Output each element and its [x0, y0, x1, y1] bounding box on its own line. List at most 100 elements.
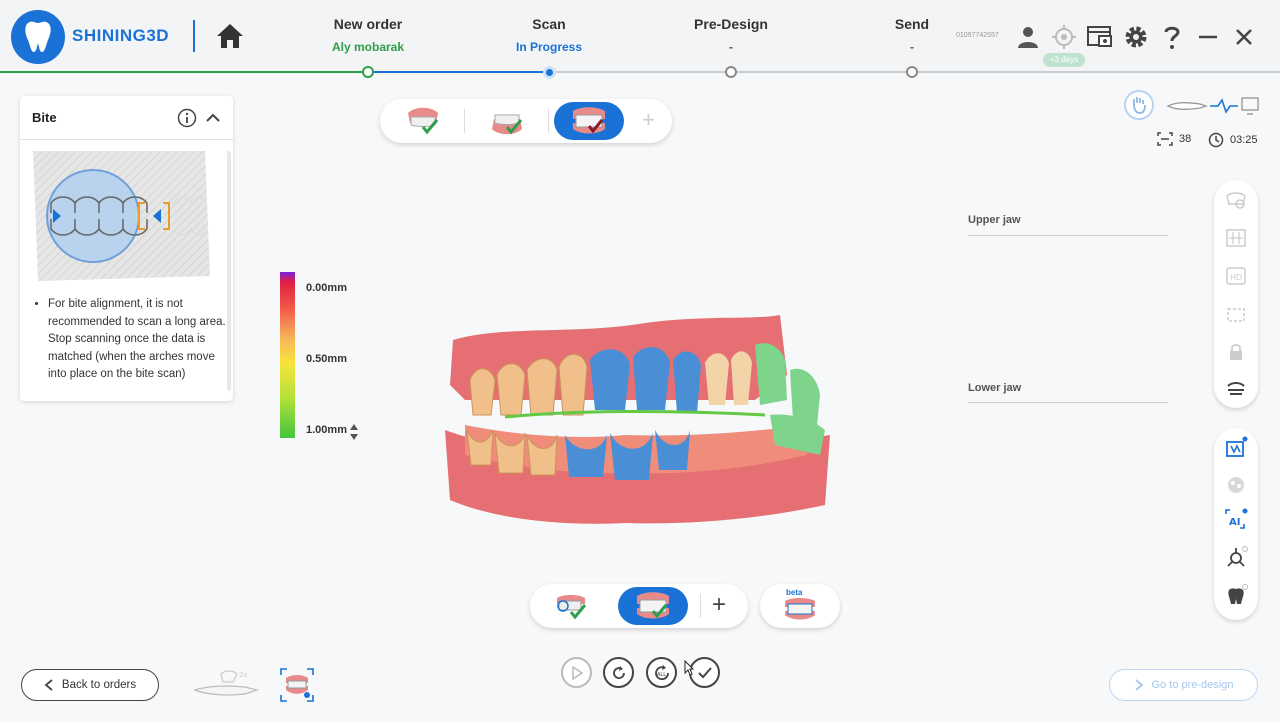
svg-text:AI: AI	[1229, 517, 1240, 528]
step-subtitle: -	[910, 40, 914, 54]
chevron-up-icon[interactable]	[205, 110, 221, 131]
tooth-tool-icon[interactable]	[1224, 584, 1248, 608]
step-new-order[interactable]: New order Aly mobarak	[298, 16, 438, 54]
step-dot	[906, 66, 918, 78]
screenshot-icon[interactable]	[1087, 24, 1113, 50]
reset-all-button[interactable]: ALL	[646, 657, 677, 688]
ai-filter-icon[interactable]: AI	[1224, 508, 1248, 532]
minimize-icon[interactable]	[1195, 24, 1221, 50]
texture-tool-icon[interactable]	[1224, 226, 1248, 250]
upper-jaw-scan-button[interactable]	[388, 102, 458, 140]
ai-scan-icon[interactable]	[1224, 436, 1248, 460]
hand-icon[interactable]	[1124, 90, 1154, 120]
reset-all-icon: ALL	[654, 664, 669, 680]
full-bite-check-icon	[637, 592, 669, 619]
lower-jaw-check-icon	[492, 114, 523, 135]
step-pre-design[interactable]: Pre-Design -	[661, 16, 801, 54]
check-icon	[697, 666, 712, 678]
user-icon[interactable]	[1015, 24, 1041, 50]
colorbar-label: 0.00mm	[306, 282, 347, 294]
full-bite-button[interactable]	[618, 587, 688, 625]
step-dot	[362, 66, 374, 78]
target-icon[interactable]	[1051, 24, 1077, 50]
step-title: Scan	[532, 16, 566, 32]
palm-icon[interactable]	[1224, 472, 1248, 496]
brand-name: SHINING3D	[72, 26, 170, 45]
trim-tool-icon[interactable]	[1224, 188, 1248, 212]
divider	[968, 402, 1168, 403]
bite-instructions: For bite alignment, it is not recommende…	[34, 296, 229, 384]
back-to-orders-button[interactable]: Back to orders	[21, 669, 159, 701]
divider	[968, 235, 1168, 236]
bite-scan-button[interactable]	[554, 102, 624, 140]
bite-check-icon	[573, 107, 605, 134]
scan-timer-value: 03:25	[1230, 134, 1258, 146]
step-subtitle: In Progress	[515, 40, 583, 54]
svg-text:ALL: ALL	[657, 672, 666, 678]
beta-scan-toolbar: beta	[760, 584, 840, 628]
divider	[464, 109, 465, 133]
step-dot	[725, 66, 737, 78]
logo-icon	[11, 10, 65, 64]
gear-icon[interactable]	[1123, 24, 1149, 50]
dental-scan-model[interactable]	[425, 305, 840, 535]
partial-bite-check-icon	[557, 595, 587, 620]
step-title: New order	[333, 16, 403, 32]
hd-tool-icon[interactable]: HD	[1224, 264, 1248, 288]
beta-bite-icon	[785, 598, 815, 620]
step-title: Pre-Design	[694, 16, 768, 32]
divider	[20, 139, 233, 140]
scanner-device-icon[interactable]: 2x	[193, 668, 261, 703]
step-title: Send	[894, 16, 930, 32]
clock-icon	[1208, 132, 1224, 148]
region-lock-icon[interactable]	[1224, 302, 1248, 326]
divider	[700, 594, 701, 618]
scan-mode-toolbar: +	[530, 584, 748, 628]
hierarchy-icon[interactable]	[1224, 546, 1248, 570]
sort-arrows-icon[interactable]	[349, 423, 359, 441]
play-icon	[571, 665, 583, 680]
bite-panel-title: Bite	[32, 110, 57, 125]
cursor-icon	[684, 660, 694, 676]
device-serial: 01097742557	[956, 32, 999, 39]
partial-bite-button[interactable]	[536, 587, 606, 625]
divider	[548, 109, 549, 133]
colorbar-label: 1.00mm	[306, 424, 347, 436]
go-label: Go to pre-design	[1151, 679, 1234, 691]
close-icon[interactable]	[1231, 24, 1257, 50]
svg-text:HD: HD	[1230, 273, 1242, 282]
lower-jaw-label: Lower jaw	[968, 382, 1022, 394]
bite-illustration	[33, 151, 210, 281]
header: SHINING3D New order Aly mobarak Scan In …	[0, 0, 1280, 74]
jaw-selection-toolbar: +	[380, 99, 672, 143]
bite-scan-selected-icon[interactable]	[280, 668, 314, 702]
chevron-left-icon	[44, 679, 53, 691]
undo-button[interactable]	[603, 657, 634, 688]
step-scan[interactable]: Scan In Progress	[479, 16, 619, 54]
ai-tools-toolbar: AI	[1214, 428, 1258, 620]
progress-done	[0, 71, 368, 73]
scanner-connection-icon	[1166, 97, 1259, 115]
panel-scrollbar[interactable]	[227, 151, 231, 391]
help-icon[interactable]	[1159, 24, 1185, 50]
lock-icon[interactable]	[1224, 340, 1248, 364]
add-scan-button[interactable]: +	[642, 107, 655, 133]
beta-bite-button[interactable]	[765, 590, 835, 628]
progress-current	[368, 71, 549, 73]
colorbar-label: 0.50mm	[306, 353, 347, 365]
info-icon[interactable]	[177, 108, 197, 133]
add-bite-button[interactable]: +	[712, 591, 726, 619]
jaw-base-icon[interactable]	[1224, 376, 1248, 400]
back-label: Back to orders	[61, 679, 137, 691]
brand-divider	[193, 20, 195, 52]
go-to-pre-design-button[interactable]: Go to pre-design	[1109, 669, 1258, 701]
lower-jaw-scan-button[interactable]	[472, 102, 542, 140]
deviation-colorbar	[280, 272, 295, 438]
upper-jaw-label: Upper jaw	[968, 214, 1021, 226]
play-button[interactable]	[561, 657, 592, 688]
chevron-right-icon	[1134, 679, 1143, 691]
bite-instruction-item: For bite alignment, it is not recommende…	[48, 296, 229, 384]
step-subtitle: Aly mobarak	[331, 40, 405, 54]
home-icon[interactable]	[215, 22, 245, 55]
step-dot-current	[543, 66, 556, 79]
